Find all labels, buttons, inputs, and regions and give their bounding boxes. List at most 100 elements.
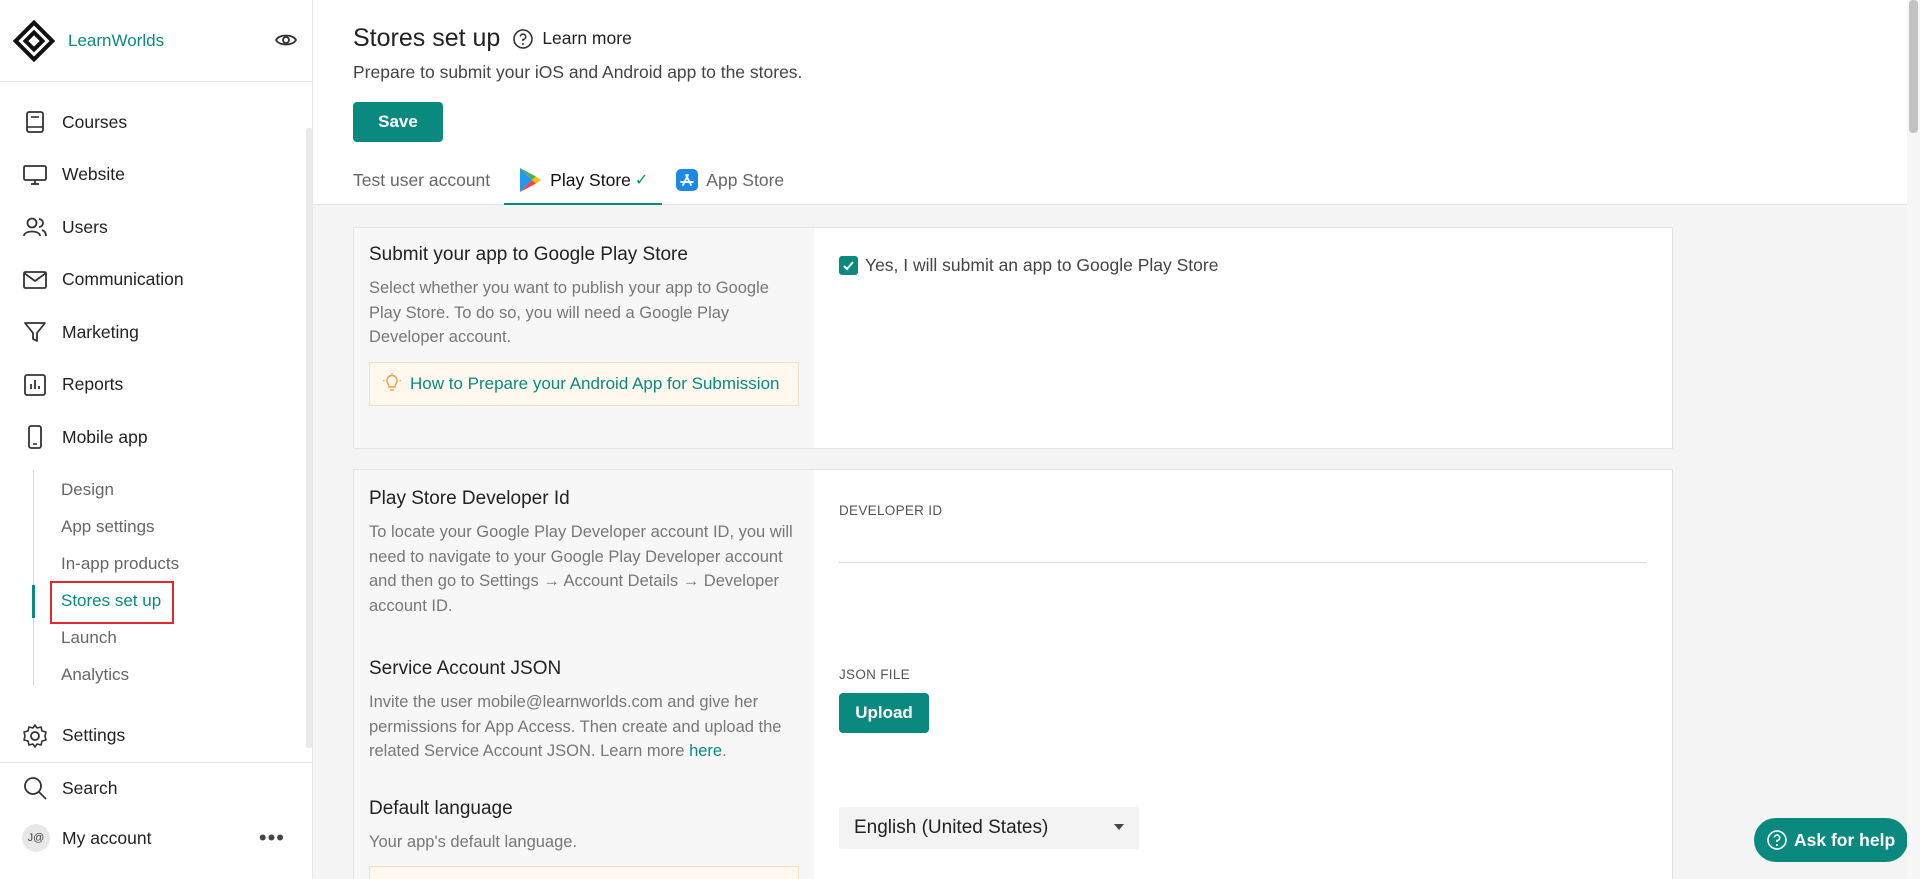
brand: LearnWorlds <box>0 0 312 82</box>
nav-label: Settings <box>62 725 126 746</box>
section-title: Service Account JSON <box>369 658 562 679</box>
developer-config-card: Play Store Developer Id To locate your G… <box>353 469 1673 879</box>
nav-label: Users <box>62 216 108 237</box>
section-description: Invite the user mobile@learnworlds.com a… <box>369 693 782 760</box>
tab-play-store[interactable]: Play Store ✓ <box>504 155 663 206</box>
card-controls: DEVELOPER ID JSON FILE Upload English (U… <box>814 470 1672 879</box>
tab-label: Test user account <box>353 169 491 190</box>
help-circle-icon <box>1767 830 1787 850</box>
main-nav: Courses Website Users Communication Mark… <box>0 82 312 762</box>
nav-item-my-account[interactable]: J@ My account ••• <box>0 813 313 863</box>
google-play-icon <box>520 168 542 192</box>
subnav-label: Analytics <box>61 665 130 684</box>
page-title: Stores set up <box>353 24 501 52</box>
nav-label: Communication <box>62 269 184 290</box>
save-button[interactable]: Save <box>353 102 443 142</box>
page-scrollbar[interactable] <box>1907 0 1920 879</box>
tab-test-user-account[interactable]: Test user account <box>353 155 504 205</box>
phone-icon <box>28 425 42 450</box>
developer-id-input[interactable] <box>839 562 1647 563</box>
card-description: Submit your app to Google Play Store Sel… <box>354 228 814 448</box>
submit-play-store-card: Submit your app to Google Play Store Sel… <box>353 227 1673 449</box>
check-icon: ✓ <box>634 172 649 189</box>
checkbox-checked-icon[interactable] <box>839 256 858 275</box>
checkbox-label: Yes, I will submit an app to Google Play… <box>865 255 1219 275</box>
nav-item-communication[interactable]: Communication <box>0 254 312 307</box>
more-icon[interactable]: ••• <box>259 825 285 851</box>
tab-app-store[interactable]: App Store <box>662 155 798 205</box>
nav-item-users[interactable]: Users <box>0 201 312 254</box>
ask-for-help-button[interactable]: Ask for help <box>1754 818 1908 862</box>
nav-label: Search <box>62 777 118 798</box>
nav-label: Courses <box>62 111 128 132</box>
page-header: Stores set up Learn more Prepare to subm… <box>313 0 1907 206</box>
nav-item-search[interactable]: Search <box>0 763 313 813</box>
learn-more-here-link[interactable]: here <box>689 742 722 760</box>
nav-item-marketing[interactable]: Marketing <box>0 306 312 359</box>
tip-box: How to Prepare your Android App for Subm… <box>369 361 799 406</box>
section-title: Submit your app to Google Play Store <box>369 244 688 265</box>
card-controls: Yes, I will submit an app to Google Play… <box>814 228 1672 448</box>
subnav-item-stores-set-up[interactable]: Stores set up <box>32 580 312 624</box>
nav-label: Marketing <box>62 321 139 342</box>
default-language-select[interactable]: English (United States) <box>839 807 1139 849</box>
highlight-box <box>50 580 174 624</box>
learnworlds-logo-icon[interactable] <box>13 19 55 62</box>
subnav-label: Launch <box>61 628 117 647</box>
subnav-item-analytics[interactable]: Analytics <box>33 657 312 694</box>
monitor-icon <box>23 164 47 185</box>
caret-down-icon <box>1114 824 1124 830</box>
submit-play-store-checkbox[interactable]: Yes, I will submit an app to Google Play… <box>839 255 1218 276</box>
select-value: English (United States) <box>854 817 1049 838</box>
subnav-label: In-app products <box>61 554 180 573</box>
nav-item-website[interactable]: Website <box>0 149 312 202</box>
section-description: To locate your Google Play Developer acc… <box>369 523 793 615</box>
android-guide-link[interactable]: How to Prepare your Android App for Subm… <box>410 374 779 393</box>
section-description: Your app's default language. <box>369 832 578 851</box>
title-row: Stores set up Learn more <box>353 24 632 53</box>
subnav-item-in-app-products[interactable]: In-app products <box>33 546 312 583</box>
developer-id-label: DEVELOPER ID <box>839 503 943 518</box>
help-circle-icon <box>513 28 534 49</box>
page-subtitle: Prepare to submit your iOS and Android a… <box>353 62 803 82</box>
subnav-item-design[interactable]: Design <box>33 472 312 509</box>
section-title: Default language <box>369 797 513 819</box>
subnav-label: App settings <box>61 517 155 536</box>
lightbulb-icon <box>383 372 401 391</box>
subnav-item-launch[interactable]: Launch <box>33 620 312 657</box>
nav-label: Mobile app <box>62 426 148 447</box>
subnav-label: Design <box>61 480 114 499</box>
nav-label: Website <box>62 164 125 185</box>
nav-item-reports[interactable]: Reports <box>0 359 312 412</box>
settings-panel: Submit your app to Google Play Store Sel… <box>313 205 1907 879</box>
upload-button[interactable]: Upload <box>839 693 929 733</box>
mobile-app-subnav: Design App settings In-app products Stor… <box>32 464 312 694</box>
help-label: Ask for help <box>1794 829 1896 850</box>
section-description: Select whether you want to publish your … <box>369 279 769 346</box>
nav-item-settings[interactable]: Settings <box>0 710 312 763</box>
sidebar-bottom: Search J@ My account ••• <box>0 762 313 863</box>
json-file-label: JSON FILE <box>839 667 910 682</box>
learn-more-label: Learn more <box>542 28 632 48</box>
app-store-icon <box>676 169 699 191</box>
nav-item-mobile-app[interactable]: Mobile app <box>0 411 312 464</box>
mail-icon <box>23 270 47 289</box>
nav-label: My account <box>62 827 152 848</box>
eye-icon[interactable] <box>274 28 298 52</box>
tip-box <box>369 866 799 879</box>
scrollbar-thumb[interactable] <box>1909 0 1918 133</box>
sidebar: LearnWorlds Courses Website Users Commun… <box>0 0 313 879</box>
users-icon <box>23 217 47 237</box>
gear-icon <box>23 723 47 748</box>
brand-name[interactable]: LearnWorlds <box>68 31 164 51</box>
main-content: Stores set up Learn more Prepare to subm… <box>313 0 1907 879</box>
subnav-item-app-settings[interactable]: App settings <box>33 509 312 546</box>
learn-more-link[interactable]: Learn more <box>512 28 632 50</box>
nav-item-courses[interactable]: Courses <box>0 96 312 149</box>
store-tabs: Test user account Play Store ✓ App Store <box>353 155 798 206</box>
search-icon <box>24 777 47 800</box>
avatar: J@ <box>22 824 50 852</box>
nav-label: Reports <box>62 374 124 395</box>
bar-chart-icon <box>24 373 46 396</box>
tab-label: Play Store <box>550 169 631 190</box>
